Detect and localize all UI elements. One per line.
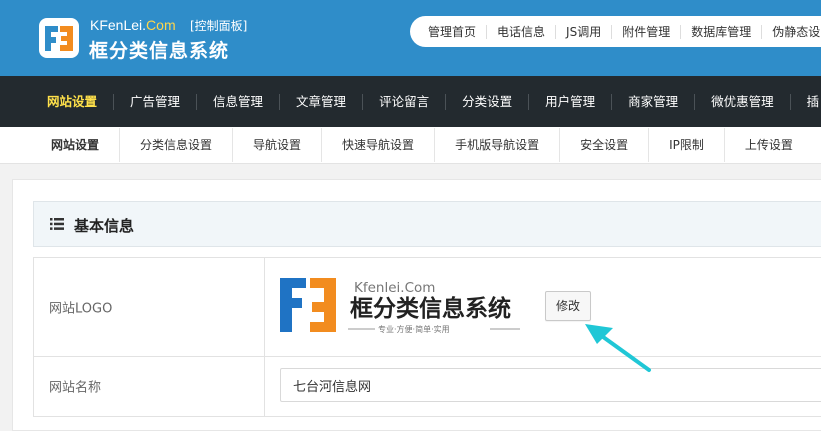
main-nav-item-users[interactable]: 用户管理 xyxy=(528,93,611,110)
panel-header: 基本信息 xyxy=(33,201,821,247)
top-nav-item-phone[interactable]: 电话信息 xyxy=(486,24,555,39)
site-name-input[interactable] xyxy=(280,368,821,402)
sub-nav: 网站设置 分类信息设置 导航设置 快速导航设置 手机版导航设置 安全设置 IP限… xyxy=(0,127,821,164)
site-name-row: 网站名称 xyxy=(33,356,821,417)
logo-domain-text: Kfenlei.Com xyxy=(354,280,435,296)
logo-slogan-text: 专业·方便·简单·实用 xyxy=(378,324,450,334)
brand-title: 框分类信息系统 xyxy=(89,40,230,62)
main-nav-item-info[interactable]: 信息管理 xyxy=(196,93,279,110)
sub-nav-item-mobile-nav-settings[interactable]: 手机版导航设置 xyxy=(434,128,559,162)
sub-nav-item-nav-settings[interactable]: 导航设置 xyxy=(232,128,321,162)
main-nav-item-site-settings[interactable]: 网站设置 xyxy=(0,94,113,110)
top-nav-item-database[interactable]: 数据库管理 xyxy=(680,24,761,39)
main-nav-item-articles[interactable]: 文章管理 xyxy=(279,93,362,110)
top-nav-item-attachments[interactable]: 附件管理 xyxy=(611,24,680,39)
top-nav: 管理首页 电话信息 JS调用 附件管理 数据库管理 伪静态设 xyxy=(410,16,821,47)
main-nav-item-merchants[interactable]: 商家管理 xyxy=(611,93,694,110)
app-header: KFenLei.Com [控制面板] 框分类信息系统 管理首页 电话信息 JS调… xyxy=(0,0,821,76)
logo-name-text: 框分类信息系统 xyxy=(350,295,511,322)
panel-title: 基本信息 xyxy=(74,217,135,235)
brand-control-panel-tag: [控制面板] xyxy=(190,19,248,33)
site-name-label: 网站名称 xyxy=(34,356,265,416)
sub-nav-item-upload-settings[interactable]: 上传设置 xyxy=(723,128,813,162)
site-logo-row: 网站LOGO Kfenlei.Com 框分类信息系统 专业·方便·简单·实用 修… xyxy=(33,257,821,357)
sub-nav-item-security-settings[interactable]: 安全设置 xyxy=(559,128,648,162)
main-nav-item-plugins[interactable]: 插 xyxy=(789,93,821,110)
top-nav-item-home[interactable]: 管理首页 xyxy=(410,25,486,39)
main-nav: 网站设置 广告管理 信息管理 文章管理 评论留言 分类设置 用户管理 商家管理 … xyxy=(0,76,821,127)
sub-nav-item-classified-settings[interactable]: 分类信息设置 xyxy=(119,128,232,162)
site-logo-label: 网站LOGO xyxy=(34,258,265,356)
main-nav-item-categories[interactable]: 分类设置 xyxy=(445,93,528,110)
brand-logo-icon xyxy=(39,18,79,58)
main-nav-item-comments[interactable]: 评论留言 xyxy=(362,93,445,110)
edit-logo-button[interactable]: 修改 xyxy=(545,291,591,321)
list-icon xyxy=(50,218,64,230)
main-nav-item-ads[interactable]: 广告管理 xyxy=(113,93,196,110)
top-nav-item-js[interactable]: JS调用 xyxy=(555,24,611,39)
annotation-arrow-icon xyxy=(585,324,651,372)
brand-site-domain: KFenLei.Com xyxy=(90,17,176,33)
main-nav-item-coupons[interactable]: 微优惠管理 xyxy=(694,93,790,110)
settings-panel: 基本信息 网站LOGO Kfenlei.Com 框分类信息系统 专业·方便·简单… xyxy=(12,179,821,431)
sub-nav-item-site-settings[interactable]: 网站设置 xyxy=(0,128,119,162)
site-logo-image: Kfenlei.Com 框分类信息系统 专业·方便·简单·实用 xyxy=(280,278,520,334)
top-nav-item-rewrite[interactable]: 伪静态设 xyxy=(761,24,821,39)
sub-nav-item-quick-nav-settings[interactable]: 快速导航设置 xyxy=(321,128,434,162)
sub-nav-item-ip-limit[interactable]: IP限制 xyxy=(648,128,724,162)
